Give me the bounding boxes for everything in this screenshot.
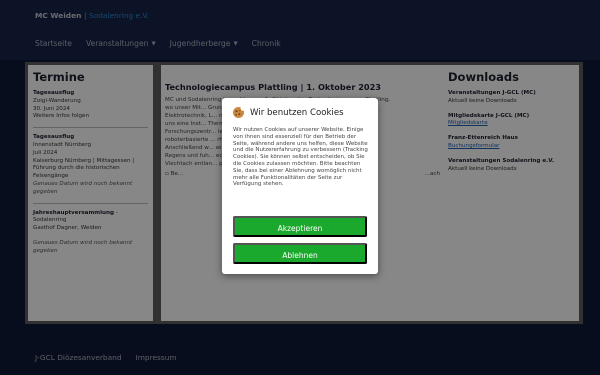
cookie-icon: [232, 106, 245, 119]
cookie-dialog-header: Wir benutzen Cookies: [222, 98, 378, 119]
cookie-consent-dialog: Wir benutzen Cookies Wir nutzen Cookies …: [222, 98, 378, 274]
decline-cookies-button[interactable]: Ablehnen: [233, 243, 367, 264]
cookie-dialog-text: Wir nutzen Cookies auf unserer Website. …: [233, 127, 368, 188]
accept-cookies-button[interactable]: Akzeptieren: [233, 216, 367, 237]
cookie-dialog-title: Wir benutzen Cookies: [250, 107, 344, 118]
